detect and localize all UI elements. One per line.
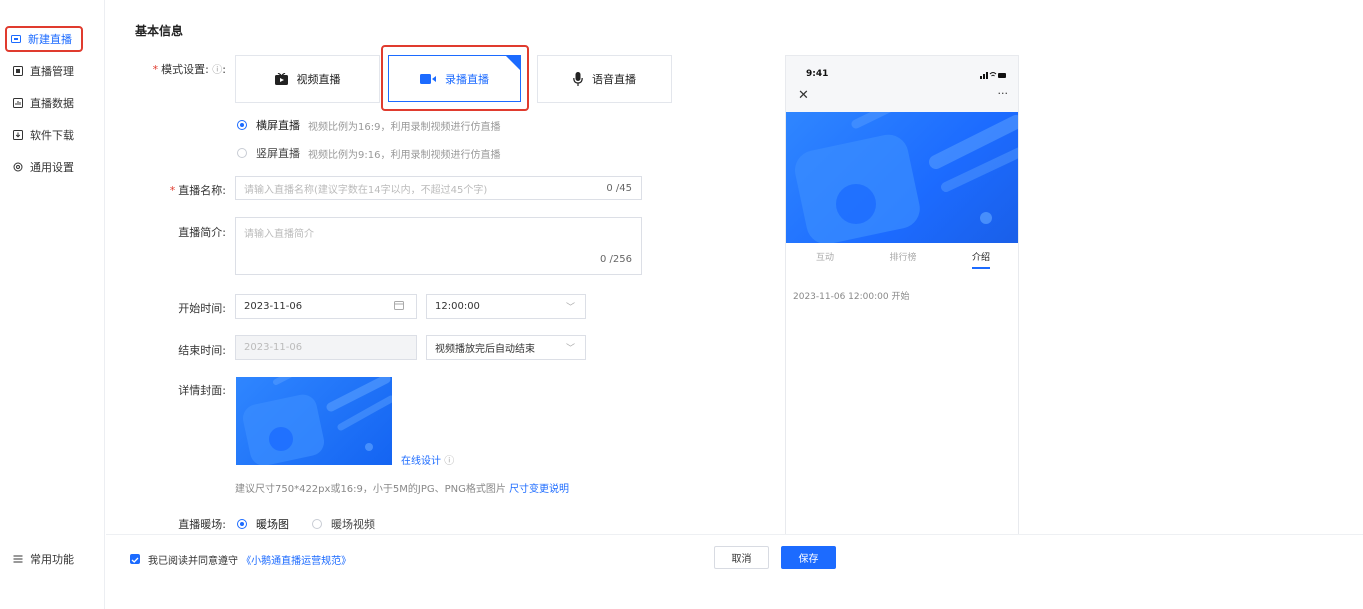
start-date-picker[interactable]: 2023-11-06 [235, 294, 417, 319]
chevron-down-icon: ﹀ [565, 303, 575, 313]
cover-illustration [242, 377, 392, 465]
mode-option-video[interactable]: 视频直播 [235, 55, 380, 103]
mode-option-audio[interactable]: 语音直播 [537, 55, 672, 103]
list-icon [13, 554, 23, 564]
radio-warmup-image[interactable] [237, 519, 247, 529]
microphone-icon [573, 72, 583, 86]
end-mode-select[interactable]: 视频播放完后自动结束 ﹀ [426, 335, 586, 360]
sidebar-item-software-download[interactable]: 软件下载 [9, 122, 93, 148]
sidebar-item-general-settings[interactable]: 通用设置 [9, 154, 93, 180]
phone-tab-intro[interactable]: 介绍 [942, 243, 1018, 269]
chevron-down-icon: ﹀ [565, 344, 575, 354]
orientation-landscape[interactable]: 横屏直播 视频比例为16:9，利用录制视频进行仿直播 [237, 117, 500, 133]
warmup-option-image[interactable]: 暖场图 [237, 516, 297, 532]
camera-icon [420, 73, 436, 84]
end-time-label: 结束时间: [178, 344, 226, 357]
live-intro-count: 0 /256 [600, 254, 632, 265]
sidebar-item-label: 新建直播 [28, 33, 72, 46]
radio-warmup-video[interactable] [312, 519, 322, 529]
section-title: 基本信息 [135, 24, 184, 38]
online-design-link[interactable]: 在线设计 ⓘ [401, 452, 454, 467]
agree-checkbox[interactable] [130, 554, 140, 564]
sidebar-item-label: 通用设置 [30, 161, 74, 174]
live-name-input[interactable]: 请输入直播名称(建议字数在14字以内，不超过45个字) 0 /45 [235, 176, 642, 200]
phone-tabs: 互动 排行榜 介绍 [786, 243, 1018, 269]
info-icon: ⓘ [212, 65, 223, 76]
rules-link[interactable]: 《小鹅通直播运营规范》 [241, 556, 351, 567]
size-change-link[interactable]: 尺寸变更说明 [509, 484, 569, 495]
save-button[interactable]: 保存 [781, 546, 836, 569]
cover-label: 详情封面: [178, 384, 226, 397]
phone-cover-illustration [794, 112, 1018, 243]
agree-text: 我已阅读并同意遵守 《小鹅通直播运营规范》 [148, 556, 352, 567]
info-icon: ⓘ [444, 456, 455, 467]
footer-bar: 我已阅读并同意遵守 《小鹅通直播运营规范》 取消 保存 [106, 534, 1363, 580]
phone-tab-ranking[interactable]: 排行榜 [864, 243, 942, 269]
main-content: 基本信息 * 模式设置: ⓘ: 视频直播 录播直播 语音直播 横屏直播 视频比例为… [106, 0, 1363, 609]
cover-image[interactable] [236, 377, 392, 465]
live-intro-label: 直播简介: [178, 226, 226, 239]
sidebar-item-new-live[interactable]: 新建直播 [5, 26, 83, 52]
live-name-count: 0 /45 [606, 182, 632, 194]
sidebar-item-live-data[interactable]: 直播数据 [9, 90, 93, 116]
close-icon[interactable]: ✕ [798, 88, 809, 103]
manage-icon [13, 66, 23, 76]
phone-intro-text: 2023-11-06 12:00:00 开始 [793, 292, 910, 302]
phone-time: 9:41 [806, 69, 829, 79]
start-time-select[interactable]: 12:00:00 ﹀ [426, 294, 586, 319]
phone-preview: 9:41 ✕ ··· 互动 排行榜 介绍 2023-11-06 12:00:00… [785, 55, 1019, 535]
selected-corner-mark [506, 56, 520, 70]
end-date-picker: 2023-11-06 [235, 335, 417, 360]
sidebar-item-label: 直播管理 [30, 65, 74, 78]
more-icon[interactable]: ··· [998, 87, 1009, 100]
warmup-option-video[interactable]: 暖场视频 [312, 516, 383, 532]
live-intro-textarea[interactable]: 请输入直播简介 0 /256 [235, 217, 642, 275]
sidebar-item-label: 常用功能 [30, 553, 74, 566]
signal-wifi-battery-icon [980, 68, 1006, 82]
live-create-icon [11, 34, 21, 44]
phone-tab-interact[interactable]: 互动 [786, 243, 864, 269]
cancel-button[interactable]: 取消 [714, 546, 769, 569]
sidebar-item-live-manage[interactable]: 直播管理 [9, 58, 93, 84]
data-icon [13, 98, 23, 108]
calendar-icon [394, 300, 404, 313]
sidebar-item-label: 软件下载 [30, 129, 74, 142]
mode-label: * 模式设置: ⓘ: [152, 63, 226, 76]
download-icon [13, 130, 23, 140]
radio-portrait[interactable] [237, 148, 247, 158]
sidebar-item-label: 直播数据 [30, 97, 74, 110]
start-time-label: 开始时间: [178, 302, 226, 315]
video-tv-icon [274, 73, 288, 85]
live-name-label: * 直播名称: [169, 184, 226, 197]
sidebar-common-functions[interactable]: 常用功能 [9, 546, 93, 572]
orientation-portrait[interactable]: 竖屏直播 视频比例为9:16，利用录制视频进行仿直播 [237, 145, 500, 161]
gear-icon [13, 162, 23, 172]
sidebar: 新建直播 直播管理 直播数据 软件下载 通用设置 常用功能 [0, 0, 105, 609]
mode-option-recorded[interactable]: 录播直播 [388, 55, 521, 102]
phone-status-bar: 9:41 ✕ ··· [786, 56, 1018, 112]
warmup-label: 直播暖场: [178, 518, 226, 531]
cover-size-hint: 建议尺寸750*422px或16:9，小于5M的JPG、PNG格式图片 尺寸变更… [235, 484, 570, 495]
radio-landscape[interactable] [237, 120, 247, 130]
phone-cover [786, 112, 1018, 243]
